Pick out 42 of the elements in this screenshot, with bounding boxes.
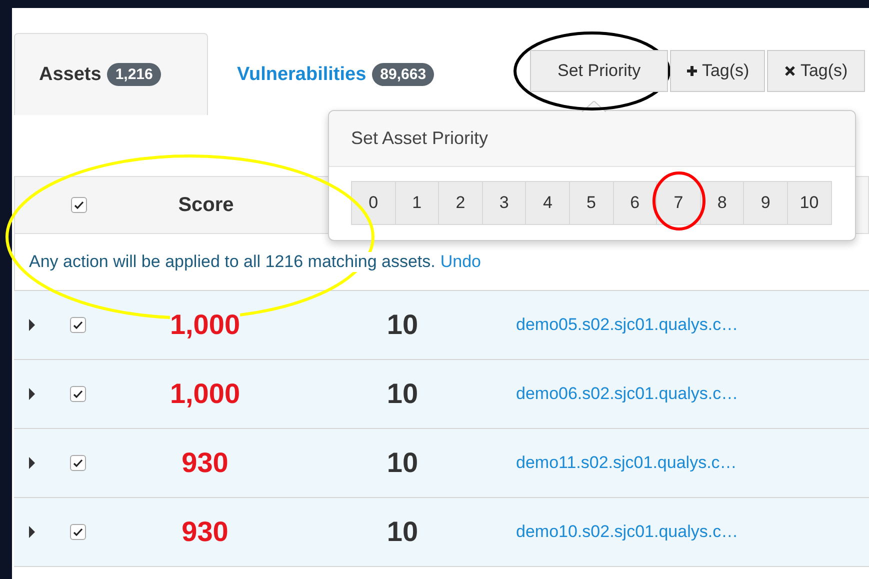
plus-icon — [686, 65, 698, 77]
close-icon — [784, 65, 796, 77]
checkbox[interactable] — [70, 386, 86, 402]
caret-right-icon[interactable] — [28, 388, 36, 400]
set-priority-button[interactable]: Set Priority — [530, 50, 668, 92]
table-cell: 10 — [386, 309, 418, 341]
priority-option[interactable]: 10 — [786, 181, 832, 225]
undo-link[interactable]: Undo — [440, 252, 481, 272]
priority-option[interactable]: 5 — [568, 181, 614, 225]
count-badge: 89,663 — [372, 63, 434, 86]
checkmark-icon — [72, 457, 84, 469]
table-cell: 10 — [386, 516, 418, 548]
priority-option[interactable]: 7 — [656, 181, 701, 225]
priority-option[interactable]: 3 — [482, 181, 526, 225]
count-badge: 1,216 — [107, 63, 161, 86]
notice-text: Any action will be applied to all 1216 matching assets. — [29, 252, 436, 272]
table-cell: 10 — [386, 378, 418, 410]
caret-right-icon[interactable] — [28, 526, 36, 538]
checkmark-icon — [72, 526, 84, 538]
caret-right-icon[interactable] — [28, 457, 36, 469]
checkbox[interactable] — [70, 197, 86, 213]
priority-option[interactable]: 6 — [612, 181, 658, 225]
checkbox[interactable] — [70, 455, 86, 471]
priority-option[interactable]: 0 — [351, 181, 396, 225]
tab[interactable]: Assets 1,216 — [14, 33, 208, 115]
popover-title: Set Asset Priority — [329, 111, 855, 167]
priority-option[interactable]: 9 — [743, 181, 788, 225]
table-cell: 10 — [386, 447, 418, 479]
priority-option[interactable]: 4 — [525, 181, 570, 225]
priority-option[interactable]: 8 — [700, 181, 744, 225]
priority-option[interactable]: 2 — [438, 181, 483, 225]
column-header: Score — [178, 194, 234, 216]
priority-option[interactable]: 1 — [394, 181, 440, 225]
remove-tags-button[interactable]: Tag(s) — [767, 50, 866, 92]
checkbox[interactable] — [70, 317, 86, 333]
caret-right-icon[interactable] — [28, 319, 36, 331]
checkmark-icon — [72, 199, 84, 211]
add-tags-button[interactable]: Tag(s) — [670, 50, 766, 92]
checkmark-icon — [72, 319, 84, 331]
checkbox[interactable] — [70, 524, 86, 540]
annotation-ellipse — [652, 172, 706, 230]
checkmark-icon — [72, 388, 84, 400]
